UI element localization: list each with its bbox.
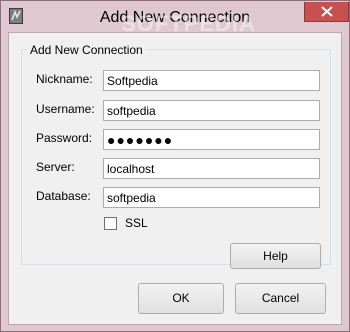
database-label: Database: xyxy=(36,189,91,203)
server-label: Server: xyxy=(36,160,75,174)
username-field[interactable] xyxy=(103,100,320,121)
dialog-window: Add New Connection SOFTPEDIA Add New Con… xyxy=(0,0,350,332)
help-button[interactable]: Help xyxy=(230,243,321,269)
close-icon xyxy=(321,6,333,17)
ssl-checkbox[interactable] xyxy=(104,217,117,230)
title-bar[interactable]: Add New Connection SOFTPEDIA xyxy=(1,1,349,36)
username-label: Username: xyxy=(36,102,95,116)
cancel-button[interactable]: Cancel xyxy=(235,283,326,314)
nickname-label: Nickname: xyxy=(36,72,93,86)
password-field[interactable] xyxy=(103,129,320,150)
dialog-client-area: Add New Connection Nickname: Username: P… xyxy=(8,32,342,325)
close-button[interactable] xyxy=(304,2,349,22)
password-label: Password: xyxy=(36,131,93,145)
server-field[interactable] xyxy=(103,158,320,179)
ssl-label[interactable]: SSL xyxy=(125,213,148,233)
nickname-field[interactable] xyxy=(103,70,320,91)
ok-button[interactable]: OK xyxy=(138,283,224,314)
database-field[interactable] xyxy=(103,187,320,208)
groupbox-legend: Add New Connection xyxy=(27,43,146,57)
